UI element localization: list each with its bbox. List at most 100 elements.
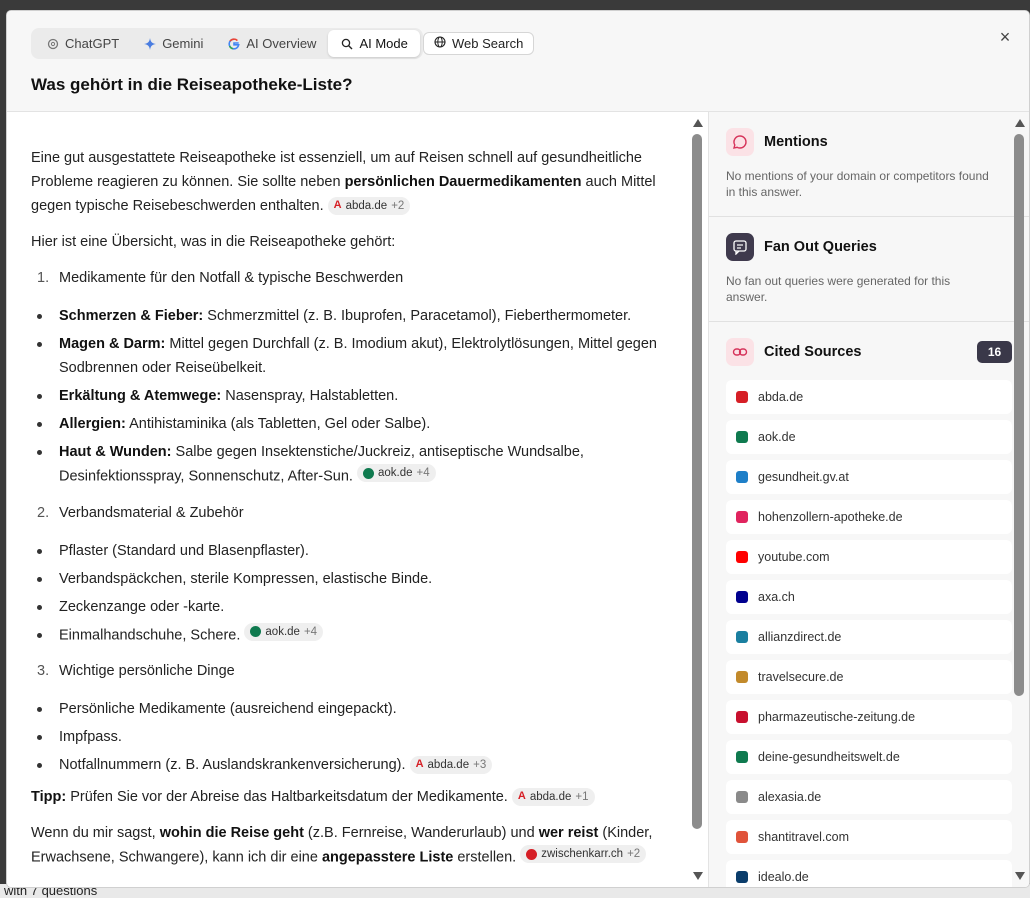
- source-item[interactable]: shantitravel.com: [726, 820, 1012, 854]
- list-item: Schmerzen & Fieber: Schmerzmittel (z. B.…: [31, 304, 683, 328]
- citation-chip[interactable]: aok.de +4: [356, 464, 436, 482]
- chip-more: +2: [627, 848, 641, 860]
- tab-chatgpt[interactable]: ChatGPT: [34, 30, 131, 57]
- citation-chip[interactable]: A abda.de +3: [409, 755, 493, 774]
- source-domain: idealo.de: [758, 870, 809, 884]
- section-title: Verbandsmaterial & Zubehör: [59, 504, 244, 521]
- fanout-title: Fan Out Queries: [764, 239, 877, 255]
- tab-label: Gemini: [162, 36, 204, 51]
- section-number: 3.: [37, 663, 50, 679]
- favicon-icon: [736, 711, 748, 723]
- source-item[interactable]: deine-gesundheitswelt.de: [726, 740, 1012, 774]
- bullet-list: Pflaster (Standard und Blasenpflaster). …: [31, 539, 683, 648]
- source-item[interactable]: pharmazeutische-zeitung.de: [726, 700, 1012, 734]
- link-icon: [726, 338, 754, 366]
- web-search-button[interactable]: Web Search: [423, 32, 535, 55]
- list-item: Haut & Wunden: Salbe gegen Insektenstich…: [31, 440, 683, 489]
- list-item: Einmalhandschuhe, Schere. aok.de +4: [31, 622, 683, 648]
- list-item: Magen & Darm: Mittel gegen Durchfall (z.…: [31, 332, 683, 380]
- source-item[interactable]: allianzdirect.de: [726, 620, 1012, 654]
- section-heading: 1. Medikamente für den Notfall & typisch…: [31, 266, 683, 290]
- source-item[interactable]: hohenzollern-apotheke.de: [726, 500, 1012, 534]
- source-item[interactable]: youtube.com: [726, 540, 1012, 574]
- citation-chip[interactable]: A abda.de +2: [327, 196, 411, 215]
- list-item: Impfpass.: [31, 725, 683, 749]
- list-item: Verbandspäckchen, sterile Kompressen, el…: [31, 567, 683, 591]
- gemini-icon: [143, 37, 156, 50]
- source-item[interactable]: idealo.de: [726, 860, 1012, 887]
- fanout-desc: No fan out queries were generated for th…: [726, 274, 951, 304]
- list-item: Allergien: Antihistaminika (als Tablette…: [31, 412, 683, 436]
- scroll-down-arrow-icon[interactable]: [693, 872, 703, 880]
- insights-sidebar: Mentions No mentions of your domain or c…: [708, 112, 1029, 887]
- chip-more: +4: [303, 625, 318, 638]
- bullet-list: Persönliche Medikamente (ausreichend ein…: [31, 697, 683, 777]
- source-item[interactable]: gesundheit.gv.at: [726, 460, 1012, 494]
- cited-title: Cited Sources: [764, 344, 862, 360]
- openai-icon: [46, 37, 59, 50]
- tab-ai-overview[interactable]: AI Overview: [215, 30, 328, 57]
- chip-more: +3: [473, 758, 487, 771]
- section-number: 2.: [37, 504, 50, 521]
- favicon-icon: [736, 671, 748, 683]
- scroll-up-arrow-icon[interactable]: [693, 119, 703, 127]
- google-icon: [227, 37, 240, 50]
- mentions-section: Mentions No mentions of your domain or c…: [709, 112, 1029, 217]
- close-button[interactable]: ×: [997, 28, 1013, 46]
- source-item[interactable]: travelsecure.de: [726, 660, 1012, 694]
- answer-content: Eine gut ausgestattete Reiseapotheke ist…: [7, 112, 707, 887]
- section-heading: 2. Verbandsmaterial & Zubehör: [31, 501, 683, 525]
- favicon-icon: [736, 631, 748, 643]
- chip-domain: aok.de: [265, 625, 300, 638]
- tab-label: ChatGPT: [65, 36, 120, 51]
- chip-domain: abda.de: [427, 758, 470, 771]
- site-logo-icon: [526, 848, 538, 860]
- globe-icon: [434, 36, 446, 51]
- sidebar-scrollbar[interactable]: [1013, 112, 1027, 887]
- source-item[interactable]: abda.de: [726, 380, 1012, 414]
- section-title: Wichtige persönliche Dinge: [59, 663, 235, 679]
- tab-ai-mode[interactable]: AI Mode: [328, 30, 420, 57]
- source-domain: allianzdirect.de: [758, 630, 842, 644]
- source-domain: aok.de: [758, 430, 796, 444]
- list-item: Notfallnummern (z. B. Auslandskrankenver…: [31, 753, 683, 777]
- chip-domain: aok.de: [377, 467, 413, 479]
- source-domain: axa.ch: [758, 590, 795, 604]
- tab-label: AI Mode: [359, 36, 408, 51]
- abda-logo-icon: A: [517, 790, 526, 802]
- content-scrollbar[interactable]: [691, 112, 705, 887]
- citation-chip[interactable]: A abda.de +1: [511, 787, 595, 806]
- source-item[interactable]: aok.de: [726, 420, 1012, 454]
- source-domain: shantitravel.com: [758, 830, 850, 844]
- mentions-title: Mentions: [764, 134, 828, 150]
- fanout-section: Fan Out Queries No fan out queries were …: [709, 217, 1029, 322]
- citation-chip[interactable]: aok.de +4: [244, 622, 324, 641]
- list-item: Pflaster (Standard und Blasenpflaster).: [31, 539, 683, 563]
- scroll-down-arrow-icon[interactable]: [1015, 872, 1025, 880]
- scroll-up-arrow-icon[interactable]: [1015, 119, 1025, 127]
- source-item[interactable]: axa.ch: [726, 580, 1012, 614]
- chip-more: +4: [416, 467, 430, 479]
- source-domain: deine-gesundheitswelt.de: [758, 750, 900, 764]
- source-count-badge: 16: [977, 341, 1012, 363]
- chip-domain: abda.de: [345, 199, 388, 212]
- favicon-icon: [736, 871, 748, 883]
- abda-logo-icon: A: [415, 758, 424, 770]
- scroll-thumb[interactable]: [1014, 134, 1024, 696]
- chip-more: +1: [575, 790, 589, 803]
- bullet-list: Schmerzen & Fieber: Schmerzmittel (z. B.…: [31, 304, 683, 489]
- outro-paragraph: Wenn du mir sagst, wohin die Reise geht …: [31, 825, 653, 866]
- intro-paragraph: Eine gut ausgestattete Reiseapotheke ist…: [31, 146, 683, 218]
- tab-gemini[interactable]: Gemini: [131, 30, 215, 57]
- source-domain: alexasia.de: [758, 790, 822, 804]
- scroll-thumb[interactable]: [692, 134, 702, 829]
- section-heading: 3. Wichtige persönliche Dinge: [31, 659, 683, 683]
- chat-bubble-icon: [726, 128, 754, 156]
- citation-chip[interactable]: zwischenkarr.ch +2: [520, 845, 647, 863]
- favicon-icon: [736, 551, 748, 563]
- source-domain: youtube.com: [758, 550, 830, 564]
- search-icon: [340, 37, 353, 50]
- source-item[interactable]: alexasia.de: [726, 780, 1012, 814]
- aok-logo-icon: [362, 467, 374, 479]
- source-domain: travelsecure.de: [758, 670, 844, 684]
